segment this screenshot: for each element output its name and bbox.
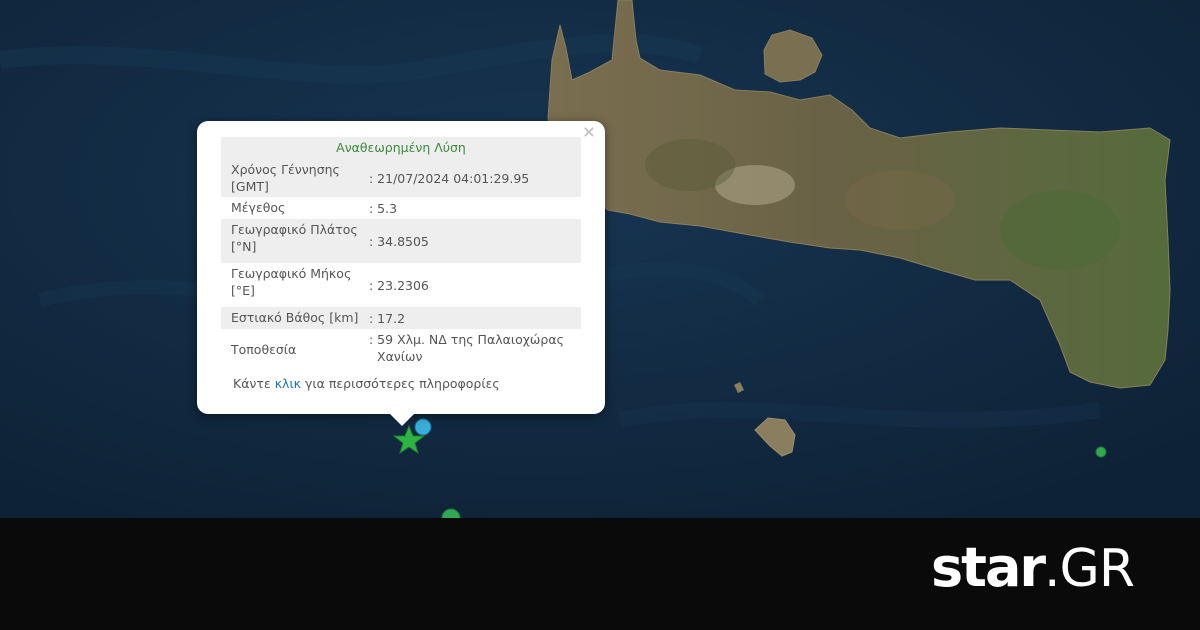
row-value: : 34.8505: [369, 233, 429, 249]
popup-title: Αναθεωρημένη Λύση: [221, 137, 581, 159]
row-value: : 5.3: [369, 200, 398, 216]
row-value: : 23.2306: [369, 277, 429, 293]
satellite-map[interactable]: × Αναθεωρημένη Λύση Χρόνος Γέννησης [GMT]…: [0, 0, 1200, 518]
popup-pointer: [390, 414, 414, 426]
row-value: : 21/07/2024 04:01:29.95: [369, 170, 530, 186]
preliminary-marker[interactable]: [414, 418, 432, 436]
more-info-link[interactable]: κλικ: [275, 376, 301, 391]
row-longitude: Γεωγραφικό Μήκος [°E] : 23.2306: [221, 263, 581, 307]
logo-text-star: star: [931, 536, 1046, 599]
close-icon[interactable]: ×: [580, 123, 598, 141]
row-latitude: Γεωγραφικό Πλάτος [°N] : 34.8505: [221, 219, 581, 263]
row-label: Τοποθεσία: [231, 341, 297, 357]
earthquake-info-popup: × Αναθεωρημένη Λύση Χρόνος Γέννησης [GMT]…: [197, 121, 605, 426]
seafloor-ridge: [618, 402, 1102, 428]
logo-text-gr: .GR: [1044, 539, 1135, 599]
row-location: Τοποθεσία : 59 Χλμ. ΝΔ της Παλαιοχώρας Χ…: [221, 329, 581, 369]
row-value: : 17.2: [369, 310, 406, 326]
mountain-range: [1000, 190, 1120, 270]
row-magnitude: Μέγεθος : 5.3: [221, 197, 581, 219]
row-label: Μέγεθος: [231, 200, 286, 215]
row-value: : 59 Χλμ. ΝΔ της Παλαιοχώρας Χανίων: [369, 332, 564, 364]
mountain-range: [845, 170, 955, 230]
mountain-range: [645, 139, 735, 191]
row-origin-time: Χρόνος Γέννησης [GMT] : 21/07/2024 04:01:…: [221, 159, 581, 197]
earthquake-marker[interactable]: [1095, 446, 1107, 458]
info-table: Χρόνος Γέννησης [GMT] : 21/07/2024 04:01:…: [221, 159, 581, 369]
row-depth: Εστιακό Βάθος [km] : 17.2: [221, 307, 581, 329]
more-info-text: Κάντε κλικ για περισσότερες πληροφορίες: [233, 376, 500, 391]
row-label: Γεωγραφικό Πλάτος [°N]: [231, 222, 358, 254]
row-label: Εστιακό Βάθος [km]: [231, 310, 359, 325]
row-label: Χρόνος Γέννησης [GMT]: [231, 162, 340, 194]
row-label: Γεωγραφικό Μήκος [°E]: [231, 266, 352, 298]
star-gr-logo[interactable]: star .GR: [931, 536, 1135, 599]
